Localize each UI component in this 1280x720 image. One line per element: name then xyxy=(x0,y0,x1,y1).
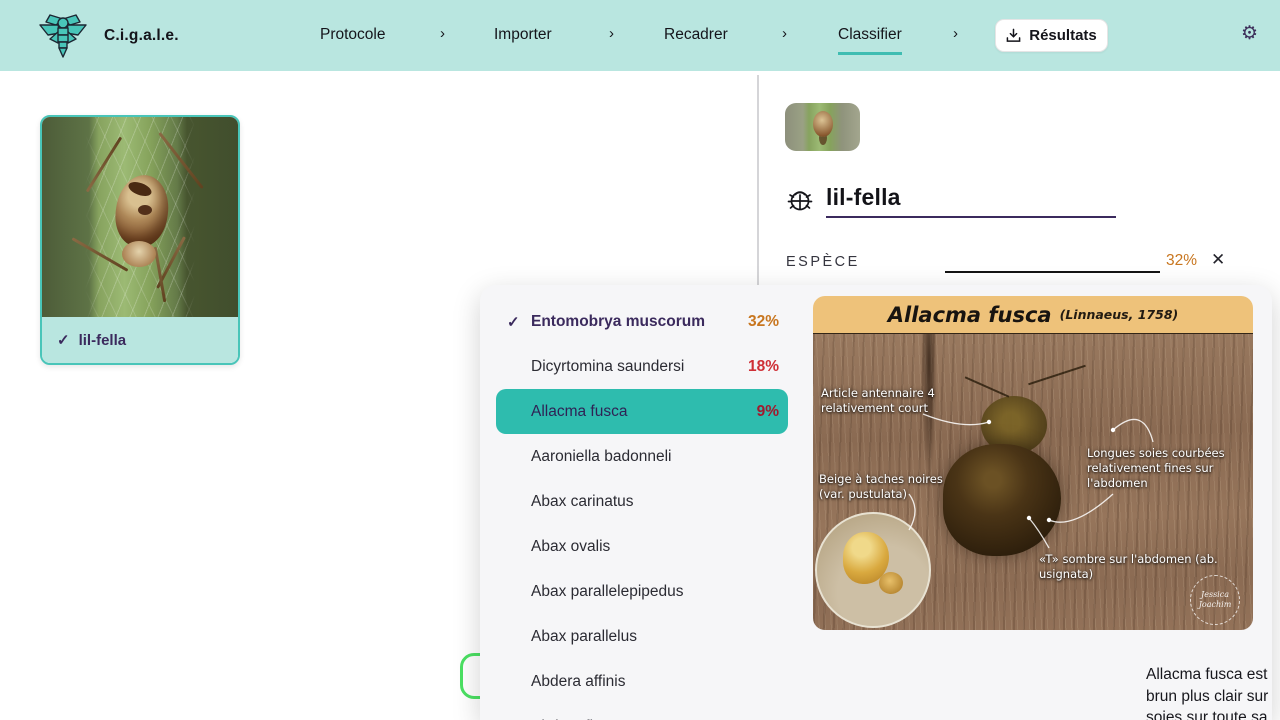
spider-mini-figure xyxy=(813,111,833,137)
gallery-item-label: lil-fella xyxy=(79,332,127,349)
species-option-name: Entomobrya muscorum xyxy=(531,313,705,331)
species-option-percent: 32% xyxy=(748,313,779,331)
species-option-percent: 9% xyxy=(757,403,779,421)
panel-divider xyxy=(757,75,759,285)
species-option[interactable]: Dicyrtomina saundersi 18% xyxy=(496,344,788,389)
species-option-name: Dicyrtomina saundersi xyxy=(531,358,684,376)
species-option[interactable]: Abdera flexuosa xyxy=(496,704,788,720)
settings-gear-icon[interactable]: ⚙ xyxy=(1241,24,1258,43)
step-protocole[interactable]: Protocole xyxy=(320,26,385,44)
chevron-icon: › xyxy=(782,25,787,42)
annotation-antenna: Article antennaire 4 relativement court xyxy=(821,386,961,416)
chevron-icon: › xyxy=(609,25,614,42)
gallery-photo-card[interactable]: ✓ lil-fella xyxy=(40,115,240,365)
cicada-logo-icon xyxy=(36,13,90,59)
species-option-name: Abax carinatus xyxy=(531,493,634,511)
spider-photo xyxy=(42,117,238,319)
name-input-underline xyxy=(826,216,1116,218)
species-option[interactable]: Abax ovalis xyxy=(496,524,788,569)
results-button-label: Résultats xyxy=(1029,27,1097,44)
annotation-t-mark: «T» sombre sur l'abdomen (ab. usignata) xyxy=(1039,552,1229,582)
species-reference-photo: Article antennaire 4 relativement court … xyxy=(813,334,1253,630)
species-option[interactable]: Abdera affinis xyxy=(496,659,788,704)
step-classifier-active[interactable]: Classifier xyxy=(838,26,902,55)
species-option[interactable]: Abax parallelus xyxy=(496,614,788,659)
species-option-name: Abax parallelepipedus xyxy=(531,583,684,601)
close-icon[interactable]: ✕ xyxy=(1211,250,1225,270)
species-suggestion-popover: ✓ Entomobrya muscorum 32% Dicyrtomina saund… xyxy=(480,285,1272,720)
step-importer[interactable]: Importer xyxy=(494,26,552,44)
species-banner-authority: (Linnaeus, 1758) xyxy=(1060,307,1179,322)
inset-circle-photo xyxy=(815,512,931,628)
check-icon: ✓ xyxy=(57,331,70,349)
confidence-badge: 32% xyxy=(1166,252,1197,270)
species-option-name: Aaroniella badonneli xyxy=(531,448,671,466)
annotation-setae: Longues soies courbées relativement fine… xyxy=(1087,446,1237,492)
individual-name-title[interactable]: lil-fella xyxy=(826,184,901,211)
species-banner-title: Allacma fusca xyxy=(888,303,1052,327)
photographer-watermark: Jessica Joachim xyxy=(1190,575,1240,625)
species-option[interactable]: Aaroniella badonneli xyxy=(496,434,788,479)
bug-icon xyxy=(786,186,814,214)
brand: C.i.g.a.l.e. xyxy=(36,12,179,59)
chevron-icon: › xyxy=(440,25,445,42)
species-option-name: Abax ovalis xyxy=(531,538,610,556)
species-option[interactable]: Allacma fusca 9% xyxy=(496,389,788,434)
top-navigation-bar: C.i.g.a.l.e. Protocole › Importer › Reca… xyxy=(0,0,1280,71)
species-option-name: Abdera affinis xyxy=(531,673,626,691)
species-option-name: Allacma fusca xyxy=(531,403,627,421)
spider-figure xyxy=(98,157,184,287)
results-button[interactable]: Résultats xyxy=(995,19,1108,52)
inspector-thumbnail[interactable] xyxy=(785,103,860,151)
species-option[interactable]: ✓ Entomobrya muscorum 32% xyxy=(496,299,788,344)
download-icon xyxy=(1006,28,1021,43)
chevron-icon: › xyxy=(953,25,958,42)
selected-check-icon: ✓ xyxy=(507,313,520,331)
species-option[interactable]: Abax parallelepipedus xyxy=(496,569,788,614)
species-description: Allacma fusca est de couleur brun foncé … xyxy=(1146,664,1272,720)
species-field-label: ESPÈCE xyxy=(786,254,860,270)
species-banner: Allacma fusca (Linnaeus, 1758) xyxy=(813,296,1253,334)
brand-name: C.i.g.a.l.e. xyxy=(104,27,179,45)
species-option[interactable]: Abax carinatus xyxy=(496,479,788,524)
species-detail-card: Allacma fusca (Linnaeus, 1758) xyxy=(813,296,1253,630)
species-input-underline[interactable] xyxy=(945,271,1160,273)
annotation-beige: Beige à taches noires (var. pustulata) xyxy=(819,472,969,502)
species-option-name: Abax parallelus xyxy=(531,628,637,646)
species-option-percent: 18% xyxy=(748,358,779,376)
app-canvas: C.i.g.a.l.e. Protocole › Importer › Reca… xyxy=(0,0,1280,720)
step-recadrer[interactable]: Recadrer xyxy=(664,26,728,44)
gallery-card-footer: ✓ lil-fella xyxy=(42,317,238,363)
species-list: ✓ Entomobrya muscorum 32% Dicyrtomina saund… xyxy=(480,299,787,720)
